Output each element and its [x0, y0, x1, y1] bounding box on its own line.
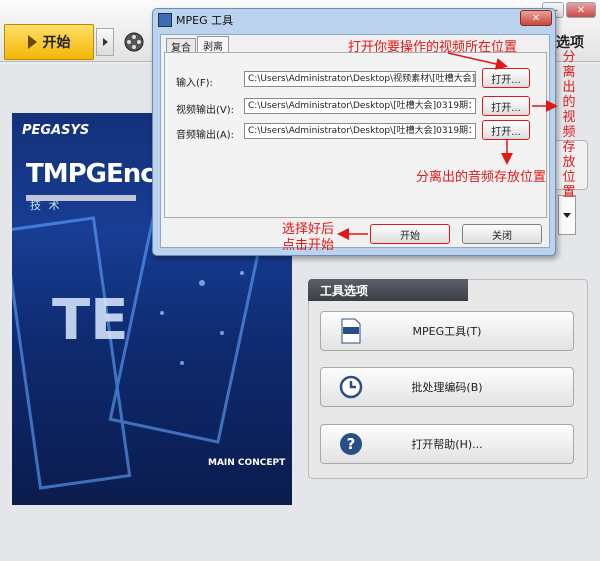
start-dropdown-button[interactable]: [96, 28, 114, 56]
input-open-button[interactable]: 打开...: [482, 68, 530, 88]
film-icon: [158, 13, 172, 27]
close-icon: ✕: [531, 12, 541, 24]
annotation-start-hint-line2: 点击开始: [282, 238, 335, 253]
cover-logo: MAIN CONCEPT: [208, 458, 286, 468]
svg-text:?: ?: [347, 435, 356, 453]
play-icon: [27, 35, 37, 49]
video-output-label: 视频输出(V):: [176, 105, 235, 116]
dialog-title-bar: MPEG 工具: [158, 12, 233, 28]
video-output-open-button[interactable]: 打开...: [482, 96, 530, 116]
input-label: 输入(F):: [176, 78, 213, 89]
open-help-label: 打开帮助(H)...: [411, 438, 483, 451]
clock-icon: [339, 375, 363, 399]
audio-output-path-field[interactable]: C:\Users\Administrator\Desktop\[吐槽大会]031…: [244, 123, 476, 139]
chevron-down-icon: [563, 212, 571, 218]
film-reel-button[interactable]: [120, 28, 148, 56]
batch-encode-label: 批处理编码(B): [411, 381, 483, 394]
film-reel-icon: [124, 32, 144, 52]
audio-output-open-button[interactable]: 打开...: [482, 120, 530, 140]
close-icon: ✕: [576, 4, 586, 16]
mpeg-icon: [341, 318, 361, 344]
dialog-start-button[interactable]: 开始: [370, 224, 450, 244]
chevron-right-icon: [102, 38, 108, 46]
video-output-path-field[interactable]: C:\Users\Administrator\Desktop\[吐槽大会]031…: [244, 98, 476, 114]
batch-encode-button[interactable]: 批处理编码(B): [320, 367, 574, 407]
input-path-field[interactable]: C:\Users\Administrator\Desktop\视频素材\[吐槽大…: [244, 71, 476, 87]
cover-title: TMPGEnc: [26, 159, 156, 189]
annotation-video-location: 分离出的视频存放位置: [562, 50, 576, 200]
start-button[interactable]: 开始: [4, 24, 94, 60]
start-button-label: 开始: [42, 35, 71, 51]
cover-subtitle: 技 术: [30, 199, 62, 212]
dialog-title: MPEG 工具: [176, 14, 234, 27]
help-icon: ?: [340, 433, 362, 455]
audio-output-label: 音频输出(A):: [176, 130, 235, 141]
tools-panel-header: 工具选项: [308, 279, 468, 301]
dialog-close-text-button[interactable]: 关闭: [462, 224, 542, 244]
annotation-open-video: 打开你要操作的视频所在位置: [348, 40, 518, 55]
side-dropdown-button[interactable]: [558, 195, 576, 235]
cover-watermark: TE: [52, 288, 129, 353]
open-help-button[interactable]: ? 打开帮助(H)...: [320, 424, 574, 464]
cover-brand: PEGASYS: [22, 123, 90, 138]
annotation-audio-location: 分离出的音频存放位置: [416, 170, 547, 185]
dialog-close-button[interactable]: ✕: [520, 10, 552, 26]
mpeg-tool-label: MPEG工具(T): [412, 325, 482, 338]
mpeg-tool-button[interactable]: MPEG工具(T): [320, 311, 574, 351]
close-button[interactable]: ✕: [566, 2, 596, 18]
